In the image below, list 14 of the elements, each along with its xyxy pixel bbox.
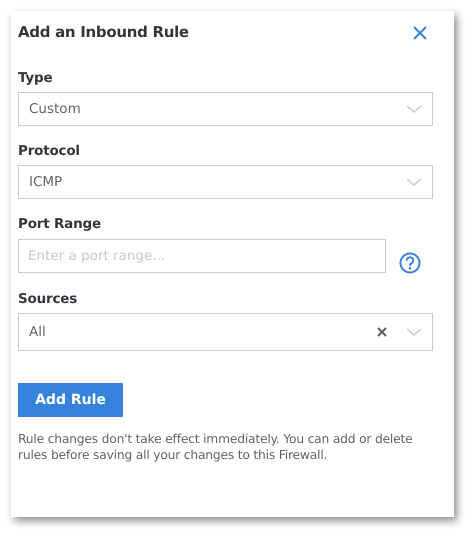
input-field[interactable]: Enter a port range... <box>18 239 386 273</box>
info-text: Rule changes don't take effect immediately. You can add or delete rules before saving all your changes to this Firewall. <box>18 431 414 463</box>
dialog-title: Add an Inbound Rule <box>18 23 189 41</box>
add-rule-button[interactable]: Add Rule <box>18 383 123 417</box>
select-field[interactable]: Custom <box>18 92 433 126</box>
select-field[interactable]: All <box>18 313 433 351</box>
field-label: Protocol <box>18 143 81 159</box>
help-icon[interactable] <box>399 252 421 274</box>
field-label: Sources <box>18 291 78 307</box>
clear-icon[interactable] <box>377 327 387 337</box>
field-label: Port Range <box>18 216 102 232</box>
select-field[interactable]: ICMP <box>18 165 433 199</box>
close-icon[interactable] <box>412 25 428 41</box>
field-label: Type <box>18 70 54 86</box>
